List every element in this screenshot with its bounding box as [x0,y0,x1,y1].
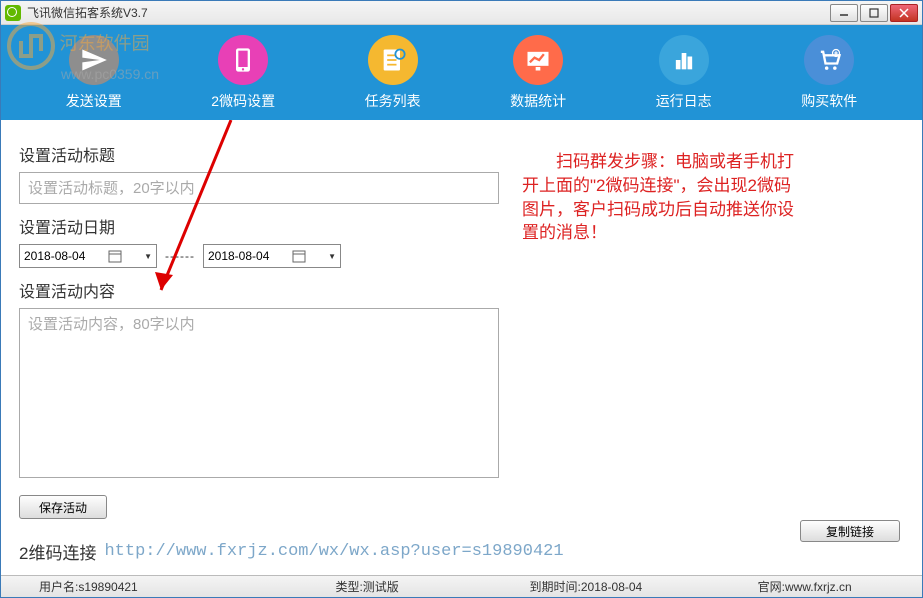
toolbar-statistics[interactable]: 数据统计 [510,35,566,111]
app-icon [5,5,21,21]
chart-icon [513,35,563,85]
title-input[interactable] [19,172,499,204]
cart-icon [804,35,854,85]
date-row: 2018-08-04 ▼ ------ 2018-08-04 ▼ [19,244,904,268]
dropdown-icon: ▼ [328,252,336,261]
close-button[interactable] [890,4,918,22]
toolbar-log[interactable]: 运行日志 [656,35,712,111]
date-end-input[interactable]: 2018-08-04 ▼ [203,244,341,268]
main-panel: 设置活动标题 设置活动日期 2018-08-04 ▼ ------ 2018-0… [1,120,922,560]
link-url: http://www.fxrjz.com/wx/wx.asp?user=s198… [104,542,563,561]
status-expire: 到期时间:2018-08-04 [477,578,696,595]
link-label: 2维码连接 [19,539,96,564]
statusbar: 用户名:s19890421 类型:测试版 到期时间:2018-08-04 官网:… [1,575,922,597]
date-start-value: 2018-08-04 [24,249,85,263]
status-type: 类型:测试版 [258,578,477,595]
toolbar-qrcode-settings[interactable]: 2微码设置 [211,35,275,111]
date-separator: ------ [165,249,195,263]
calendar-icon [108,249,122,263]
send-icon [69,35,119,85]
main-toolbar: 发送设置 2微码设置 任务列表 数据统计 运行日志 购买软件 [1,25,922,120]
link-row: 2维码连接 http://www.fxrjz.com/wx/wx.asp?use… [19,539,904,564]
toolbar-label: 购买软件 [801,91,857,111]
toolbar-label: 2微码设置 [211,91,275,111]
toolbar-label: 任务列表 [365,91,421,111]
toolbar-task-list[interactable]: 任务列表 [365,35,421,111]
toolbar-send-settings[interactable]: 发送设置 [66,35,122,111]
toolbar-label: 发送设置 [66,91,122,111]
date-end-value: 2018-08-04 [208,249,269,263]
toolbar-label: 运行日志 [656,91,712,111]
status-user: 用户名:s19890421 [9,578,258,595]
copy-link-button[interactable]: 复制链接 [800,520,900,542]
dropdown-icon: ▼ [144,252,152,261]
titlebar: 飞讯微信拓客系统V3.7 [1,1,922,25]
content-textarea[interactable] [19,308,499,478]
date-start-input[interactable]: 2018-08-04 ▼ [19,244,157,268]
phone-icon [218,35,268,85]
status-site: 官网:www.fxrjz.cn [695,578,914,595]
save-button[interactable]: 保存活动 [19,495,107,519]
window-title: 飞讯微信拓客系统V3.7 [27,4,830,21]
maximize-button[interactable] [860,4,888,22]
window-controls [830,4,918,22]
calendar-icon [292,249,306,263]
minimize-button[interactable] [830,4,858,22]
toolbar-purchase[interactable]: 购买软件 [801,35,857,111]
content-label: 设置活动内容 [19,278,904,302]
instruction-text: 扫码群发步骤：电脑或者手机打开上面的"2微码连接"，会出现2微码图片，客户扫码成… [522,150,802,245]
toolbar-label: 数据统计 [510,91,566,111]
list-icon [368,35,418,85]
bars-icon [659,35,709,85]
